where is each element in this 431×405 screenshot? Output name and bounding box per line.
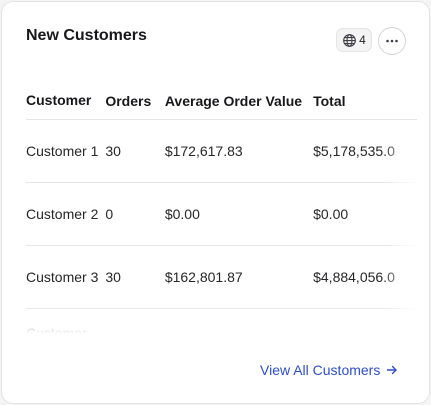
cell-average-order-value: $0.00 bbox=[164, 206, 200, 222]
cell-customer: Customer 3 bbox=[26, 268, 99, 285]
cell-orders: 30 bbox=[105, 269, 121, 285]
more-horizontal-icon bbox=[386, 39, 398, 43]
table-row[interactable]: Customer 1 30 $172,617.83 $5,178,535.0 bbox=[26, 120, 417, 183]
arrow-right-icon bbox=[387, 365, 398, 375]
new-customers-card: New Customers 4 Customer Orders Average … bbox=[1, 1, 430, 404]
region-badge[interactable]: 4 bbox=[336, 28, 372, 52]
more-options-button[interactable] bbox=[378, 27, 406, 55]
cell-average-order-value: $172,617.83 bbox=[164, 143, 243, 159]
table-row[interactable]: Customer 3 30 $162,801.87 $4,884,056.0 bbox=[26, 246, 417, 309]
header-total: Total bbox=[313, 92, 346, 109]
header-average-order-value: Average Order Value bbox=[164, 92, 303, 109]
customers-table: Customer Orders Average Order Value Tota… bbox=[2, 72, 417, 334]
table-row[interactable]: Customer bbox=[26, 309, 417, 334]
cell-orders: 0 bbox=[105, 206, 114, 222]
header-customer: Customer bbox=[26, 92, 92, 108]
cell-total: $0.00 bbox=[313, 206, 349, 222]
view-all-label: View All Customers bbox=[260, 362, 381, 378]
cell-average-order-value: $162,801.87 bbox=[164, 269, 243, 285]
cell-customer: Customer 2 bbox=[26, 205, 99, 222]
cell-total: $4,884,056.0 bbox=[313, 269, 395, 285]
globe-icon bbox=[343, 33, 357, 47]
badge-count: 4 bbox=[359, 33, 366, 47]
table-header: Customer Orders Average Order Value Tota… bbox=[26, 82, 417, 120]
cell-customer: Customer 1 bbox=[26, 142, 99, 159]
cell-orders: 30 bbox=[105, 143, 121, 159]
cell-customer: Customer bbox=[26, 325, 87, 334]
view-all-customers-link[interactable]: View All Customers bbox=[260, 362, 398, 378]
card-title: New Customers bbox=[26, 27, 147, 44]
cell-total: $5,178,535.0 bbox=[313, 143, 395, 159]
header-orders: Orders bbox=[105, 92, 152, 109]
table-row[interactable]: Customer 2 0 $0.00 $0.00 bbox=[26, 183, 417, 246]
